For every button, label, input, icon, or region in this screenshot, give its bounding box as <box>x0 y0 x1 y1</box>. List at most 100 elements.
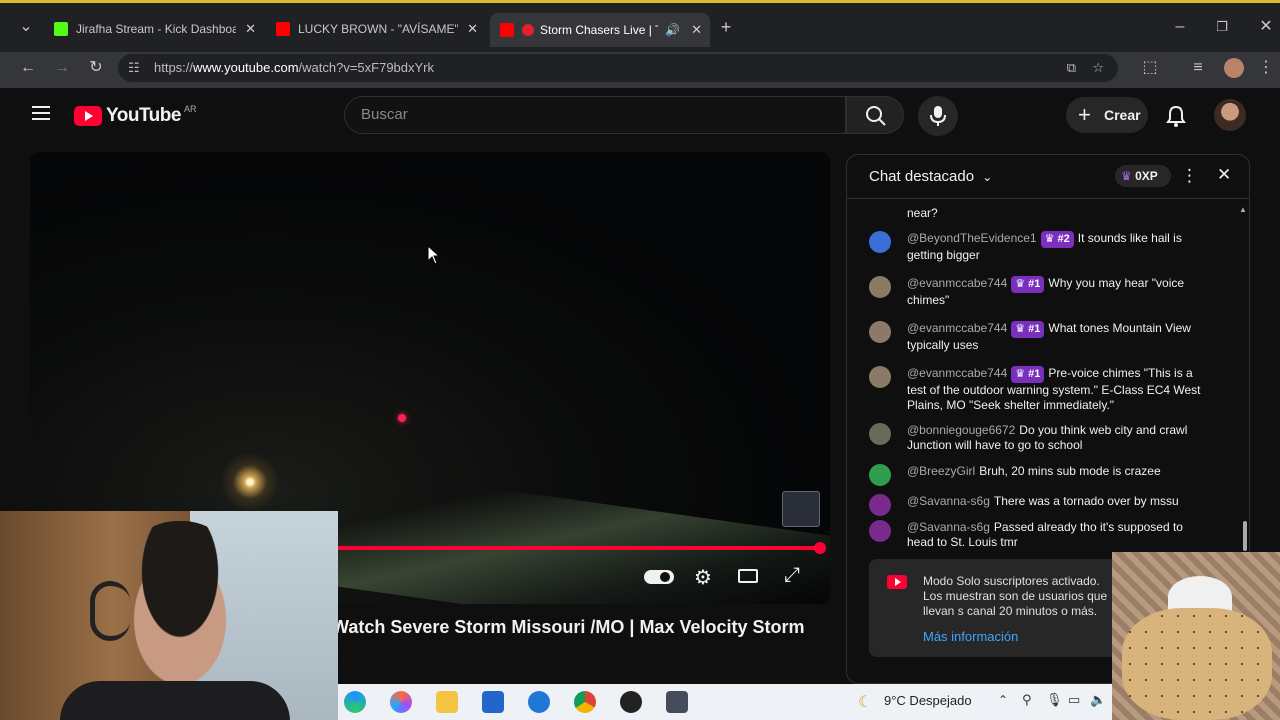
site-info-icon[interactable]: ☷ <box>128 54 140 82</box>
chat-mode-dropdown[interactable]: Chat destacado ⌄ <box>869 168 992 185</box>
author-name[interactable]: @BeyondTheEvidence1 <box>907 231 1037 245</box>
windows-taskbar: ☾ 9°C Despejado ⌃ ⚲ 🎙 ▭ 🔈 <box>338 684 1112 720</box>
restore-icon[interactable]: ❐ <box>1212 17 1232 37</box>
search-input[interactable]: Buscar <box>344 96 846 134</box>
search-button[interactable] <box>846 96 904 134</box>
rank-badge: ♛ #2 <box>1040 231 1074 248</box>
dark-hoodie <box>60 681 290 720</box>
notice-text: Modo Solo suscriptores activado. Los mue… <box>923 574 1108 618</box>
tab-lucky-brown[interactable]: LUCKY BROWN - "AVÍSAME" (V ✕ <box>266 15 486 43</box>
media-controls-icon[interactable]: ≡ <box>1188 58 1208 78</box>
account-avatar[interactable] <box>1214 99 1246 131</box>
video-title: Watch Severe Storm Missouri /MO | Max Ve… <box>332 617 805 637</box>
avatar[interactable] <box>869 494 891 516</box>
autoplay-toggle[interactable] <box>644 570 674 584</box>
create-label: Crear <box>1104 107 1141 123</box>
theater-mode-icon[interactable] <box>738 569 758 583</box>
scroll-up-icon[interactable]: ▲ <box>1239 205 1247 214</box>
avatar[interactable] <box>869 276 891 298</box>
message-text: Bruh, 20 mins sub mode is crazee <box>979 464 1161 478</box>
avatar[interactable] <box>869 423 891 445</box>
webcam-overlay <box>0 511 338 720</box>
create-button[interactable]: + Crear <box>1066 97 1148 133</box>
new-tab-icon[interactable]: + <box>716 17 736 37</box>
edge-icon[interactable] <box>344 691 366 713</box>
chrome-icon[interactable] <box>574 691 596 713</box>
learn-more-link[interactable]: Más información <box>923 629 1018 644</box>
country-code: AR <box>183 104 197 114</box>
reload-icon[interactable]: ↻ <box>86 58 106 78</box>
chevron-down-icon: ⌄ <box>982 170 993 184</box>
youtube-favicon-icon <box>500 23 514 37</box>
avatar[interactable] <box>869 231 891 253</box>
weather-text[interactable]: 9°C Despejado <box>884 693 972 708</box>
browser-menu-icon[interactable]: ⋮ <box>1256 58 1276 78</box>
channel-watermark[interactable] <box>782 491 820 527</box>
cheetah <box>1122 608 1272 720</box>
avatar[interactable] <box>869 520 891 542</box>
location-icon: ⚲ <box>1022 692 1032 707</box>
bookmark-star-icon[interactable]: ☆ <box>1092 54 1104 82</box>
settings-gear-icon[interactable]: ⚙ <box>694 565 712 590</box>
avatar[interactable] <box>869 321 891 343</box>
author-name[interactable]: @bonniegouge6672 <box>907 423 1015 437</box>
tab-label: Storm Chasers Live | Tor <box>540 23 658 37</box>
close-chat-icon[interactable]: ✕ <box>1217 165 1231 185</box>
app-icon[interactable] <box>666 691 688 713</box>
outlook-icon[interactable] <box>528 691 550 713</box>
youtube-header: YouTube AR Buscar + Crear <box>0 88 1280 144</box>
author-name[interactable]: @Savanna-s6g <box>907 520 990 534</box>
close-window-icon[interactable]: ✕ <box>1256 17 1276 37</box>
volume-icon[interactable]: 🔈 <box>1090 692 1106 708</box>
author-name[interactable]: @evanmccabe744 <box>907 321 1007 335</box>
microphone-tray-icon[interactable]: 🎙 <box>1046 692 1063 708</box>
rank-badge: ♛ #1 <box>1011 321 1045 338</box>
tab-label: Jirafha Stream - Kick Dashboard <box>76 22 236 36</box>
author-name[interactable]: @BreezyGirl <box>907 464 975 478</box>
profile-avatar[interactable] <box>1224 58 1244 78</box>
notifications-bell-icon[interactable] <box>1165 104 1187 128</box>
red-light <box>398 414 406 422</box>
logo-text: YouTube <box>106 105 181 126</box>
tab-storm-chasers[interactable]: Storm Chasers Live | Tor 🔊 ✕ <box>490 13 710 47</box>
xp-badge[interactable]: ♛ 0XP <box>1115 165 1171 187</box>
minimize-icon[interactable]: – <box>1170 17 1190 37</box>
crown-icon: ♛ <box>1121 169 1132 183</box>
hamburger-menu-icon[interactable] <box>32 106 50 120</box>
network-icon[interactable]: ▭ <box>1068 692 1080 708</box>
forward-icon[interactable]: → <box>52 58 72 78</box>
author-name[interactable]: @evanmccabe744 <box>907 366 1007 380</box>
close-tab-icon[interactable]: ✕ <box>245 21 256 37</box>
progress-scrubber[interactable] <box>814 542 826 554</box>
headphones <box>90 581 130 641</box>
extensions-icon[interactable]: ⬚ <box>1140 58 1160 78</box>
file-explorer-icon[interactable] <box>436 691 458 713</box>
author-name[interactable]: @Savanna-s6g <box>907 494 990 508</box>
youtube-logo[interactable]: YouTube AR <box>74 104 196 128</box>
url-field[interactable]: ☷ https://www.youtube.com/watch?v=5xF79b… <box>118 54 1118 82</box>
back-icon[interactable]: ← <box>18 58 38 78</box>
chat-menu-icon[interactable]: ⋮ <box>1181 166 1198 186</box>
voice-search-button[interactable] <box>918 96 958 136</box>
tray-chevron-icon[interactable]: ⌃ <box>998 693 1008 707</box>
browser-tab-bar: ⌄ Jirafha Stream - Kick Dashboard ✕ LUCK… <box>0 0 1280 52</box>
install-app-icon[interactable]: ⧉ <box>1067 54 1076 82</box>
chat-scrollbar[interactable] <box>1243 521 1247 551</box>
search-icon <box>866 106 886 126</box>
audio-playing-icon[interactable]: 🔊 <box>665 23 680 37</box>
avatar[interactable] <box>869 366 891 388</box>
close-tab-icon[interactable]: ✕ <box>691 22 702 38</box>
close-tab-icon[interactable]: ✕ <box>467 21 478 37</box>
tab-kick-dashboard[interactable]: Jirafha Stream - Kick Dashboard ✕ <box>44 15 264 43</box>
obs-icon[interactable] <box>620 691 642 713</box>
tab-label: LUCKY BROWN - "AVÍSAME" (V <box>298 22 458 36</box>
microsoft-store-icon[interactable] <box>482 691 504 713</box>
fullscreen-icon[interactable]: ⤢ <box>784 564 800 587</box>
plus-icon: + <box>1078 102 1091 127</box>
tab-search-icon[interactable]: ⌄ <box>16 17 36 37</box>
avatar[interactable] <box>869 464 891 486</box>
author-name[interactable]: @evanmccabe744 <box>907 276 1007 290</box>
progress-bar[interactable] <box>338 546 820 550</box>
rank-badge: ♛ #1 <box>1011 276 1045 293</box>
copilot-icon[interactable] <box>390 691 412 713</box>
